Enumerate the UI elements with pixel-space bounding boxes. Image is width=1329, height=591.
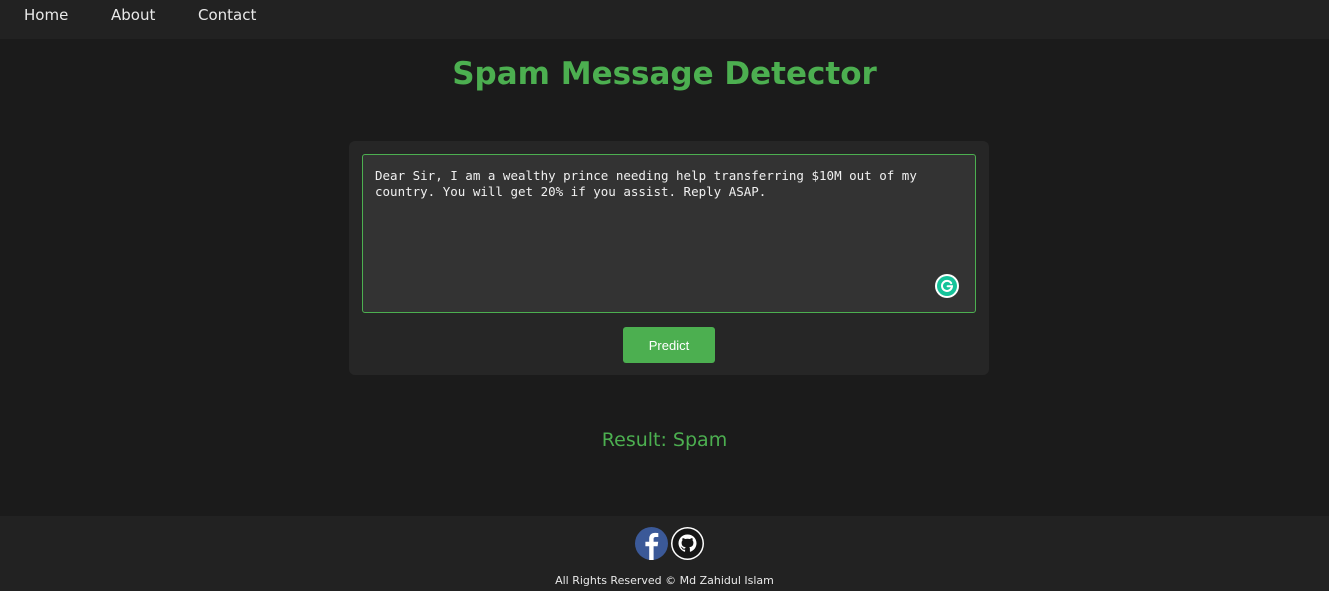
- nav-about-link[interactable]: About: [111, 6, 155, 24]
- result-text: Result: Spam: [601, 429, 728, 451]
- nav-home-link[interactable]: Home: [24, 6, 68, 24]
- grammarly-icon[interactable]: [935, 274, 959, 298]
- page-title: Spam Message Detector: [452, 56, 877, 92]
- detector-card: Predict: [349, 141, 989, 375]
- facebook-icon[interactable]: [635, 527, 668, 560]
- github-icon[interactable]: [671, 527, 704, 560]
- message-input[interactable]: [362, 154, 976, 313]
- footer: All Rights Reserved © Md Zahidul Islam: [0, 516, 1329, 591]
- grammarly-icon-glyph: [937, 276, 957, 296]
- predict-button[interactable]: Predict: [623, 327, 715, 363]
- navbar: Home About Contact: [0, 0, 1329, 39]
- copyright-text: All Rights Reserved © Md Zahidul Islam: [555, 574, 774, 587]
- nav-contact-link[interactable]: Contact: [198, 6, 256, 24]
